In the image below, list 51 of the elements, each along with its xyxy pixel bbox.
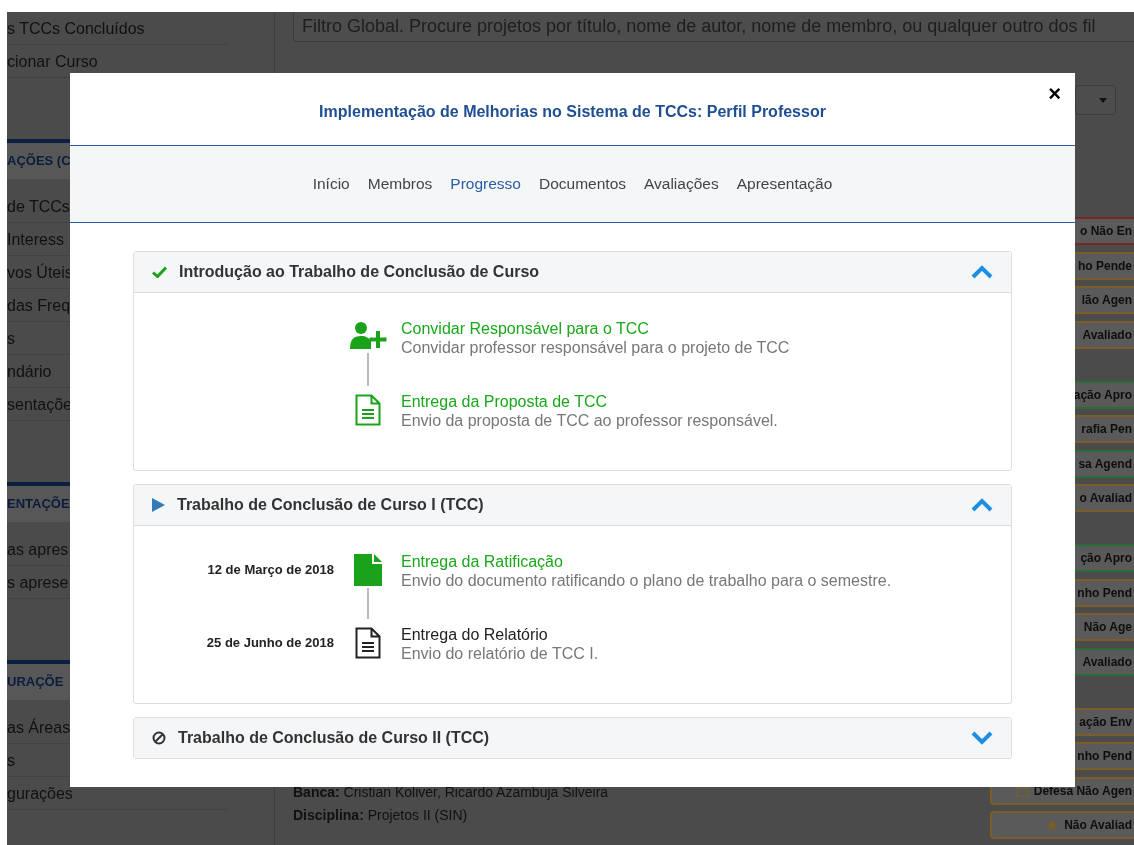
badge-label: rafia Pen bbox=[1081, 422, 1132, 436]
badge-label: ção Apro bbox=[1080, 551, 1132, 565]
badge-label: Defesa Não Agen bbox=[1033, 783, 1132, 798]
project-detail: Banca: Cristian Koliver, Ricardo Azambuja Silveira bbox=[293, 783, 610, 802]
panel-header[interactable]: Trabalho de Conclusão de Curso II (TCC) bbox=[134, 718, 1011, 758]
panel-header[interactable]: Introdução ao Trabalho de Conclusão de Curso bbox=[134, 252, 1011, 292]
step-title: Entrega da Proposta de TCC bbox=[401, 392, 609, 411]
badge-label: sa Agend bbox=[1078, 456, 1132, 471]
badge-label: ho Pende bbox=[1078, 258, 1132, 273]
play-icon bbox=[152, 498, 165, 512]
panel-title: Introdução ao Trabalho de Conclusão de Curso bbox=[179, 263, 541, 281]
badge-label: Avaliado bbox=[1082, 327, 1132, 342]
chevron-up-icon[interactable] bbox=[971, 265, 993, 279]
badge-label: nho Pend bbox=[1077, 749, 1132, 763]
badge-label: o Avaliad bbox=[1079, 491, 1132, 505]
step-title: Entrega do Relatório bbox=[401, 625, 549, 644]
ban-icon bbox=[152, 731, 166, 745]
chevron-up-icon[interactable] bbox=[971, 498, 993, 512]
badge-label: ação Apro bbox=[1073, 387, 1132, 402]
modal-title: Implementação de Melhorias no Sistema de TCCs: Perfil Professor bbox=[319, 102, 826, 121]
step-date: 12 de Março de 2018 bbox=[207, 562, 334, 577]
step-description: Envio do relatório de TCC I. bbox=[401, 644, 599, 663]
tab[interactable]: Apresentação bbox=[727, 169, 842, 199]
project-detail: Disciplina: Projetos II (SIN) bbox=[293, 806, 469, 825]
badge-label: nho Pend bbox=[1077, 585, 1132, 600]
close-button[interactable]: × bbox=[1046, 83, 1063, 105]
badge-label: ação Env bbox=[1079, 714, 1132, 729]
check-icon bbox=[152, 266, 167, 278]
chevron-down-icon[interactable] bbox=[971, 731, 993, 745]
step-date: 25 de Junho de 2018 bbox=[206, 635, 334, 650]
connector-line bbox=[367, 588, 369, 619]
step-title: Entrega da Ratificação bbox=[401, 552, 564, 571]
step-description: Convidar professor responsável para o projeto de TCC bbox=[401, 338, 790, 357]
badge-label: Não Age bbox=[1083, 620, 1132, 634]
tab[interactable]: Documentos bbox=[530, 169, 635, 199]
panel-header[interactable]: Trabalho de Conclusão de Curso I (TCC) bbox=[134, 485, 1011, 525]
tab[interactable]: Progresso bbox=[441, 169, 530, 199]
star-icon bbox=[1045, 818, 1060, 832]
badge-label: Avaliado bbox=[1082, 654, 1132, 669]
step-description: Envio da proposta de TCC ao professor responsável. bbox=[401, 411, 778, 430]
step-description: Envio do documento ratificando o plano de trabalho para o semestre. bbox=[401, 571, 892, 590]
connector-line bbox=[367, 353, 369, 386]
badge-label: o Não En bbox=[1080, 224, 1132, 238]
tab[interactable]: Início bbox=[303, 169, 359, 199]
tab[interactable]: Membros bbox=[358, 169, 442, 199]
caret-icon bbox=[1099, 97, 1107, 103]
panel-title: Trabalho de Conclusão de Curso II (TCC) bbox=[178, 729, 491, 747]
tab[interactable]: Avaliações bbox=[635, 169, 728, 199]
badge-label: lão Agen bbox=[1081, 293, 1132, 307]
step-title: Convidar Responsável para o TCC bbox=[401, 319, 650, 338]
badge-label: Não Avaliad bbox=[1064, 818, 1132, 832]
